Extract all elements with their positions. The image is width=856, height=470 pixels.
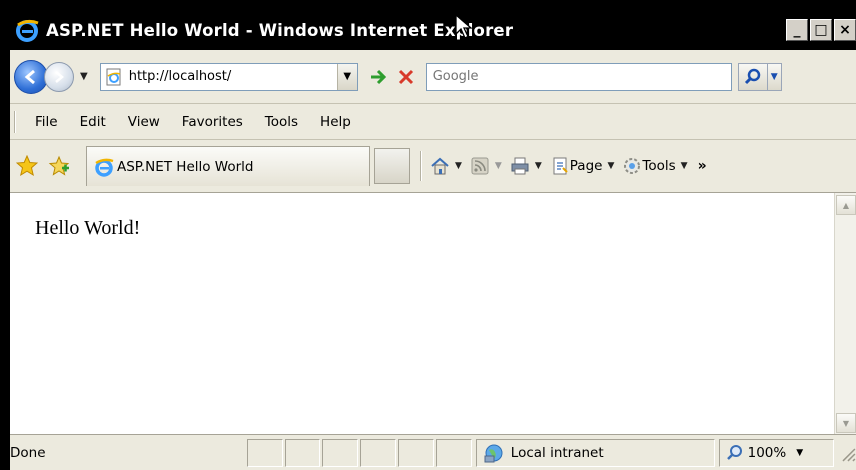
page-icon (553, 157, 568, 175)
search-button[interactable] (737, 62, 768, 91)
gear-icon (624, 158, 641, 174)
back-arrow-icon (24, 69, 35, 84)
search-input[interactable] (426, 63, 731, 90)
address-bar[interactable]: http://localhost/ ▼ (99, 62, 358, 91)
go-button[interactable] (366, 65, 390, 89)
vertical-scrollbar[interactable]: ▲ ▼ (834, 193, 856, 435)
maximize-button[interactable]: □ (810, 19, 832, 41)
address-url[interactable]: http://localhost/ (129, 69, 232, 84)
tools-menu-label: Tools (642, 158, 676, 174)
go-arrow-icon (370, 69, 386, 84)
zoom-level: 100% (747, 444, 787, 461)
history-dropdown-icon[interactable]: ▼ (80, 71, 88, 82)
stop-button[interactable] (394, 65, 418, 89)
print-dropdown-icon[interactable]: ▼ (535, 161, 542, 171)
status-text: Done (10, 444, 46, 461)
page-content: Hello World! ▲ ▼ (10, 192, 856, 435)
favorites-center-button[interactable] (14, 153, 40, 179)
tab-label: ASP.NET Hello World (117, 158, 254, 175)
tab-active[interactable]: ASP.NET Hello World (86, 146, 370, 186)
tools-dropdown-icon[interactable]: ▼ (681, 161, 688, 171)
resize-grip-icon[interactable] (838, 444, 856, 462)
rss-feed-icon (471, 157, 489, 175)
forward-arrow-icon (55, 70, 64, 83)
toolbar-separator (420, 151, 422, 181)
page-dropdown-icon[interactable]: ▼ (607, 161, 614, 171)
magnifier-icon (744, 68, 760, 84)
menu-view[interactable]: View (117, 114, 171, 130)
hello-world-text: Hello World! (35, 217, 141, 239)
menu-file[interactable]: File (24, 114, 69, 130)
page-menu-button[interactable]: Page ▼ (550, 156, 614, 176)
tools-menu-button[interactable]: Tools ▼ (622, 156, 688, 176)
ie-logo-icon (16, 19, 39, 42)
window-title: ASP.NET Hello World - Windows Internet E… (46, 20, 514, 40)
search-box[interactable] (425, 62, 732, 91)
status-cell (398, 438, 434, 467)
tab-command-bar: ASP.NET Hello World ▼ ▼ ▼ Page ▼ Tools ▼… (10, 140, 856, 192)
menu-bar: File Edit View Favorites Tools Help (10, 104, 856, 140)
menu-favorites[interactable]: Favorites (171, 114, 254, 130)
scroll-up-arrow-icon[interactable]: ▲ (836, 195, 856, 215)
printer-icon (511, 157, 529, 175)
mouse-cursor-icon (455, 14, 473, 39)
home-dropdown-icon[interactable]: ▼ (455, 161, 462, 171)
status-cell (322, 438, 359, 467)
status-cell (246, 438, 283, 467)
zoom-magnifier-icon (726, 444, 742, 460)
menu-grip[interactable] (14, 110, 16, 133)
status-bar: Done Local intranet 100% ▼ (10, 434, 856, 470)
feeds-dropdown-icon[interactable]: ▼ (495, 161, 502, 171)
new-tab-button[interactable] (374, 148, 410, 184)
menu-help[interactable]: Help (309, 114, 362, 130)
star-icon (16, 155, 38, 177)
status-cell (435, 438, 472, 467)
title-bar[interactable]: ASP.NET Hello World - Windows Internet E… (10, 10, 856, 50)
stop-x-icon (398, 69, 413, 84)
forward-button[interactable] (44, 61, 74, 92)
feeds-button[interactable]: ▼ (470, 156, 502, 176)
ie-page-icon (106, 68, 121, 85)
security-zone[interactable]: Local intranet (475, 438, 715, 467)
add-to-favorites-button[interactable] (46, 153, 72, 179)
back-button[interactable] (14, 59, 48, 94)
search-options-dropdown-icon[interactable]: ▼ (767, 62, 782, 91)
toolbar-overflow-chevron-icon[interactable]: » (698, 158, 707, 174)
security-zone-label: Local intranet (510, 444, 604, 461)
add-favorite-star-icon (48, 155, 70, 176)
status-cell (284, 438, 321, 467)
minimize-button[interactable]: _ (786, 19, 808, 41)
zoom-control[interactable]: 100% ▼ (718, 438, 835, 467)
menu-tools[interactable]: Tools (254, 114, 309, 130)
print-button[interactable]: ▼ (510, 156, 542, 176)
close-button[interactable]: × (834, 19, 856, 41)
home-icon (431, 157, 449, 175)
zoom-dropdown-icon[interactable]: ▼ (796, 448, 803, 458)
address-dropdown-icon[interactable]: ▼ (336, 63, 357, 90)
address-row: ▼ http://localhost/ ▼ Google ▼ (10, 50, 856, 104)
page-menu-label: Page (569, 158, 603, 174)
home-button[interactable]: ▼ (430, 156, 462, 176)
scroll-down-arrow-icon[interactable]: ▼ (836, 413, 856, 433)
ie-logo-icon (95, 158, 114, 177)
menu-edit[interactable]: Edit (69, 114, 117, 130)
browser-window: ASP.NET Hello World - Windows Internet E… (0, 0, 856, 470)
intranet-globe-icon (484, 444, 503, 462)
status-cell (360, 438, 397, 467)
